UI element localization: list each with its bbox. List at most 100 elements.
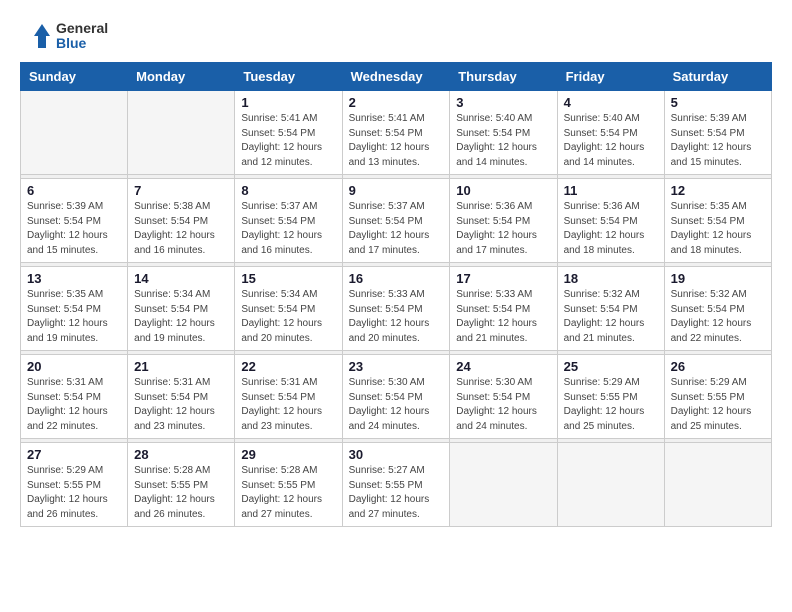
- day-number: 26: [671, 359, 765, 374]
- day-number: 28: [134, 447, 228, 462]
- calendar-cell: [21, 91, 128, 175]
- logo-general: General: [56, 21, 108, 36]
- calendar-cell: 9 Sunrise: 5:37 AM Sunset: 5:54 PM Daylig…: [342, 179, 450, 263]
- day-number: 4: [564, 95, 658, 110]
- weekday-header-tuesday: Tuesday: [235, 63, 342, 91]
- logo: General Blue: [20, 20, 108, 52]
- day-number: 15: [241, 271, 335, 286]
- day-info: Sunrise: 5:37 AM Sunset: 5:54 PM Dayligh…: [241, 200, 335, 258]
- day-info: Sunrise: 5:37 AM Sunset: 5:54 PM Dayligh…: [349, 200, 444, 258]
- calendar-cell: 5 Sunrise: 5:39 AM Sunset: 5:54 PM Daylig…: [664, 91, 771, 175]
- calendar-cell: 7 Sunrise: 5:38 AM Sunset: 5:54 PM Daylig…: [128, 179, 235, 263]
- day-info: Sunrise: 5:32 AM Sunset: 5:54 PM Dayligh…: [564, 288, 658, 346]
- day-number: 12: [671, 183, 765, 198]
- calendar-cell: [450, 443, 557, 527]
- weekday-header-monday: Monday: [128, 63, 235, 91]
- calendar-cell: 13 Sunrise: 5:35 AM Sunset: 5:54 PM Dayli…: [21, 267, 128, 351]
- day-info: Sunrise: 5:34 AM Sunset: 5:54 PM Dayligh…: [241, 288, 335, 346]
- calendar-cell: 17 Sunrise: 5:33 AM Sunset: 5:54 PM Dayli…: [450, 267, 557, 351]
- day-info: Sunrise: 5:41 AM Sunset: 5:54 PM Dayligh…: [349, 112, 444, 170]
- calendar-cell: 24 Sunrise: 5:30 AM Sunset: 5:54 PM Dayli…: [450, 355, 557, 439]
- day-info: Sunrise: 5:39 AM Sunset: 5:54 PM Dayligh…: [671, 112, 765, 170]
- calendar-cell: 26Sunrise: 5:29 AM Sunset: 5:55 PM Dayli…: [664, 355, 771, 439]
- day-info: Sunrise: 5:36 AM Sunset: 5:54 PM Dayligh…: [564, 200, 658, 258]
- calendar-cell: 19Sunrise: 5:32 AM Sunset: 5:54 PM Dayli…: [664, 267, 771, 351]
- calendar-cell: 2Sunrise: 5:41 AM Sunset: 5:54 PM Daylig…: [342, 91, 450, 175]
- calendar-cell: 21 Sunrise: 5:31 AM Sunset: 5:54 PM Dayli…: [128, 355, 235, 439]
- calendar-cell: [128, 91, 235, 175]
- logo-block: General Blue: [20, 20, 108, 52]
- day-number: 5: [671, 95, 765, 110]
- calendar-cell: 4 Sunrise: 5:40 AM Sunset: 5:54 PM Daylig…: [557, 91, 664, 175]
- calendar-cell: 14Sunrise: 5:34 AM Sunset: 5:54 PM Dayli…: [128, 267, 235, 351]
- calendar-cell: 30Sunrise: 5:27 AM Sunset: 5:55 PM Dayli…: [342, 443, 450, 527]
- day-info: Sunrise: 5:31 AM Sunset: 5:54 PM Dayligh…: [241, 376, 335, 434]
- day-number: 18: [564, 271, 658, 286]
- weekday-header-saturday: Saturday: [664, 63, 771, 91]
- weekday-header-row: SundayMondayTuesdayWednesdayThursdayFrid…: [21, 63, 772, 91]
- day-info: Sunrise: 5:40 AM Sunset: 5:54 PM Dayligh…: [456, 112, 550, 170]
- day-info: Sunrise: 5:35 AM Sunset: 5:54 PM Dayligh…: [671, 200, 765, 258]
- day-number: 23: [349, 359, 444, 374]
- day-info: Sunrise: 5:29 AM Sunset: 5:55 PM Dayligh…: [27, 464, 121, 522]
- day-info: Sunrise: 5:31 AM Sunset: 5:54 PM Dayligh…: [134, 376, 228, 434]
- calendar-week-row: 20 Sunrise: 5:31 AM Sunset: 5:54 PM Dayli…: [21, 355, 772, 439]
- day-number: 29: [241, 447, 335, 462]
- calendar-cell: 16 Sunrise: 5:33 AM Sunset: 5:54 PM Dayli…: [342, 267, 450, 351]
- calendar-cell: 22 Sunrise: 5:31 AM Sunset: 5:54 PM Dayli…: [235, 355, 342, 439]
- day-info: Sunrise: 5:38 AM Sunset: 5:54 PM Dayligh…: [134, 200, 228, 258]
- page-header: General Blue: [20, 20, 772, 52]
- day-number: 13: [27, 271, 121, 286]
- day-number: 27: [27, 447, 121, 462]
- day-info: Sunrise: 5:28 AM Sunset: 5:55 PM Dayligh…: [241, 464, 335, 522]
- calendar-cell: 25 Sunrise: 5:29 AM Sunset: 5:55 PM Dayli…: [557, 355, 664, 439]
- day-number: 30: [349, 447, 444, 462]
- day-number: 24: [456, 359, 550, 374]
- day-number: 1: [241, 95, 335, 110]
- calendar-cell: 15 Sunrise: 5:34 AM Sunset: 5:54 PM Dayli…: [235, 267, 342, 351]
- weekday-header-thursday: Thursday: [450, 63, 557, 91]
- logo-blue: Blue: [56, 36, 108, 51]
- day-number: 21: [134, 359, 228, 374]
- day-info: Sunrise: 5:29 AM Sunset: 5:55 PM Dayligh…: [564, 376, 658, 434]
- calendar-week-row: 27 Sunrise: 5:29 AM Sunset: 5:55 PM Dayli…: [21, 443, 772, 527]
- weekday-header-friday: Friday: [557, 63, 664, 91]
- weekday-header-sunday: Sunday: [21, 63, 128, 91]
- day-number: 7: [134, 183, 228, 198]
- day-info: Sunrise: 5:31 AM Sunset: 5:54 PM Dayligh…: [27, 376, 121, 434]
- day-info: Sunrise: 5:35 AM Sunset: 5:54 PM Dayligh…: [27, 288, 121, 346]
- day-info: Sunrise: 5:30 AM Sunset: 5:54 PM Dayligh…: [456, 376, 550, 434]
- calendar-cell: 3 Sunrise: 5:40 AM Sunset: 5:54 PM Daylig…: [450, 91, 557, 175]
- day-number: 3: [456, 95, 550, 110]
- day-number: 11: [564, 183, 658, 198]
- day-number: 20: [27, 359, 121, 374]
- calendar-cell: 29 Sunrise: 5:28 AM Sunset: 5:55 PM Dayli…: [235, 443, 342, 527]
- calendar-week-row: 1 Sunrise: 5:41 AM Sunset: 5:54 PM Daylig…: [21, 91, 772, 175]
- day-info: Sunrise: 5:30 AM Sunset: 5:54 PM Dayligh…: [349, 376, 444, 434]
- day-info: Sunrise: 5:33 AM Sunset: 5:54 PM Dayligh…: [456, 288, 550, 346]
- day-number: 25: [564, 359, 658, 374]
- day-number: 17: [456, 271, 550, 286]
- day-number: 22: [241, 359, 335, 374]
- day-number: 6: [27, 183, 121, 198]
- day-info: Sunrise: 5:34 AM Sunset: 5:54 PM Dayligh…: [134, 288, 228, 346]
- calendar-cell: 8 Sunrise: 5:37 AM Sunset: 5:54 PM Daylig…: [235, 179, 342, 263]
- calendar-week-row: 6Sunrise: 5:39 AM Sunset: 5:54 PM Daylig…: [21, 179, 772, 263]
- calendar-cell: 28 Sunrise: 5:28 AM Sunset: 5:55 PM Dayli…: [128, 443, 235, 527]
- calendar-cell: [664, 443, 771, 527]
- calendar-cell: 1Sunrise: 5:41 AM Sunset: 5:54 PM Daylig…: [235, 91, 342, 175]
- day-info: Sunrise: 5:36 AM Sunset: 5:54 PM Dayligh…: [456, 200, 550, 258]
- day-number: 9: [349, 183, 444, 198]
- weekday-header-wednesday: Wednesday: [342, 63, 450, 91]
- calendar-cell: 27 Sunrise: 5:29 AM Sunset: 5:55 PM Dayli…: [21, 443, 128, 527]
- day-info: Sunrise: 5:40 AM Sunset: 5:54 PM Dayligh…: [564, 112, 658, 170]
- day-info: Sunrise: 5:28 AM Sunset: 5:55 PM Dayligh…: [134, 464, 228, 522]
- calendar-cell: 12 Sunrise: 5:35 AM Sunset: 5:54 PM Dayli…: [664, 179, 771, 263]
- day-number: 19: [671, 271, 765, 286]
- day-number: 16: [349, 271, 444, 286]
- calendar-table: SundayMondayTuesdayWednesdayThursdayFrid…: [20, 62, 772, 527]
- day-number: 8: [241, 183, 335, 198]
- day-info: Sunrise: 5:33 AM Sunset: 5:54 PM Dayligh…: [349, 288, 444, 346]
- calendar-cell: 6Sunrise: 5:39 AM Sunset: 5:54 PM Daylig…: [21, 179, 128, 263]
- calendar-week-row: 13 Sunrise: 5:35 AM Sunset: 5:54 PM Dayli…: [21, 267, 772, 351]
